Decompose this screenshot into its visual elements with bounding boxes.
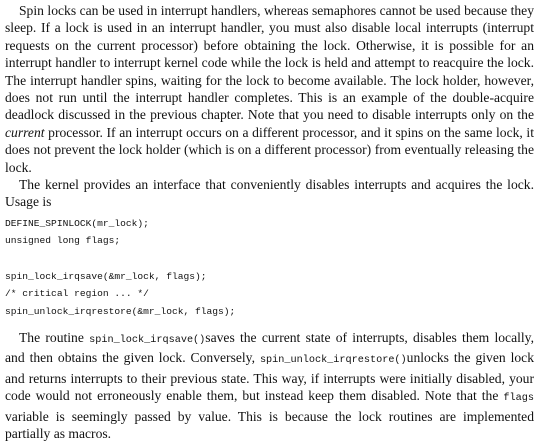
document-page: Spin locks can be used in interrupt hand… [0, 2, 540, 441]
code-comment: /* critical region ... */ [5, 288, 149, 300]
paragraph-interface: The kernel provides an interface that co… [5, 177, 534, 210]
paragraph-routine: The routine spin_lock_irqsave()saves the… [5, 329, 534, 442]
paragraph-text: processor. If an interrupt occurs on a d… [5, 124, 534, 175]
paragraph-text: The routine [19, 329, 90, 345]
emphasis-current: current [5, 124, 45, 140]
paragraph-spinlocks-interrupts: Spin locks can be used in interrupt hand… [5, 2, 534, 176]
inline-code-spin-lock-irqsave: spin_lock_irqsave() [89, 334, 206, 346]
code-block: DEFINE_SPINLOCK(mr_lock); unsigned long … [5, 215, 534, 320]
code-line: spin_lock_irqsave(&mr_lock, flags); [5, 270, 207, 282]
paragraph-text: Spin locks can be used in interrupt hand… [5, 3, 534, 123]
paragraph-text: variable is seemingly passed by value. T… [5, 408, 534, 441]
code-line: unsigned long flags; [5, 235, 121, 247]
inline-code-flags: flags [503, 393, 534, 405]
code-line: DEFINE_SPINLOCK(mr_lock); [5, 217, 149, 229]
inline-code-spin-unlock-irqrestore: spin_unlock_irqrestore() [259, 355, 407, 367]
code-line: spin_unlock_irqrestore(&mr_lock, flags); [5, 305, 236, 317]
